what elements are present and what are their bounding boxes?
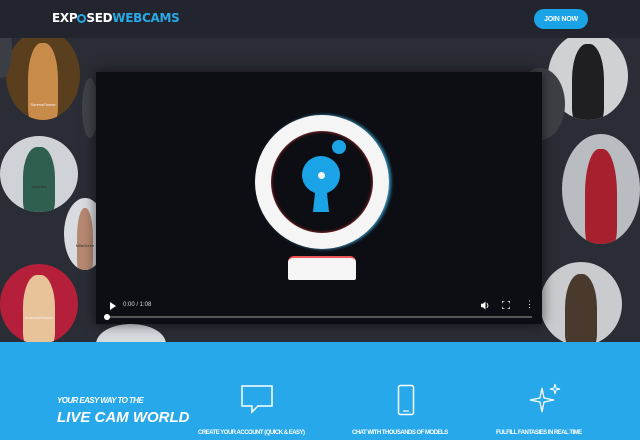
tagline-small: YOUR EASY WAY TO THE xyxy=(57,396,144,405)
video-progress-bar[interactable] xyxy=(104,314,532,320)
join-now-button[interactable]: JOIN NOW xyxy=(534,9,588,29)
model-photo-5 xyxy=(572,44,604,120)
model-thumb-bottom[interactable] xyxy=(96,324,166,342)
video-controls: 0:00 / 1:08 ⋮ xyxy=(96,294,542,324)
play-icon[interactable] xyxy=(110,302,116,310)
video-time: 0:00 / 1:08 xyxy=(123,302,152,308)
model-thumb-4[interactable]: AmandaHeaven xyxy=(0,264,78,342)
model-photo-7 xyxy=(564,273,598,342)
feature-fulfill-fantasies: FULFILL FANTASIES IN REAL TIME xyxy=(496,430,582,436)
site-logo[interactable]: EXP SEDWEBCAMS xyxy=(52,11,180,25)
feature-create-account: CREATE YOUR ACCOUNT (QUICK & EASY) xyxy=(198,430,305,436)
webcam-dot-icon xyxy=(332,140,346,154)
sparkle-icon xyxy=(529,383,561,413)
fullscreen-icon[interactable] xyxy=(502,301,510,309)
model-name-2: Babeliila xyxy=(31,184,47,190)
model-photo-1 xyxy=(28,42,58,120)
more-options-icon[interactable]: ⋮ xyxy=(525,300,534,309)
video-progress-knob[interactable] xyxy=(104,314,110,320)
tagline-big: LIVE CAM WORLD xyxy=(57,409,190,426)
model-name-4: AmandaHeaven xyxy=(24,315,54,320)
logo-text-sed: SED xyxy=(86,11,113,25)
volume-icon[interactable] xyxy=(481,301,490,310)
model-thumb-7[interactable] xyxy=(540,262,622,342)
logo-text-exp: EXP xyxy=(52,11,78,25)
model-name-1: SerenaFlanne xyxy=(30,102,56,108)
feature-chat-models: CHAT WITH THOUSANDS OF MODELS xyxy=(352,430,448,436)
site-header: EXP SEDWEBCAMS JOIN NOW xyxy=(0,0,640,38)
logo-text-webcams: WEBCAMS xyxy=(112,11,180,25)
model-thumb-6[interactable] xyxy=(562,134,640,244)
phone-icon xyxy=(397,384,415,416)
keyhole-core-icon xyxy=(318,172,325,179)
promo-video-player[interactable]: 0:00 / 1:08 ⋮ xyxy=(96,72,542,324)
model-photo-2 xyxy=(23,146,55,212)
logo-pin-icon xyxy=(77,14,87,23)
chat-bubble-icon xyxy=(241,385,273,414)
model-photo-4 xyxy=(23,275,55,342)
webcam-base-icon xyxy=(288,256,356,280)
model-photo-3 xyxy=(76,208,94,270)
model-photo-6 xyxy=(585,149,617,244)
model-thumb-1[interactable]: SerenaFlanne xyxy=(6,38,80,120)
model-thumb-2[interactable]: Babeliila xyxy=(0,136,78,212)
promo-section: YOUR EASY WAY TO THE LIVE CAM WORLD CREA… xyxy=(0,342,640,440)
